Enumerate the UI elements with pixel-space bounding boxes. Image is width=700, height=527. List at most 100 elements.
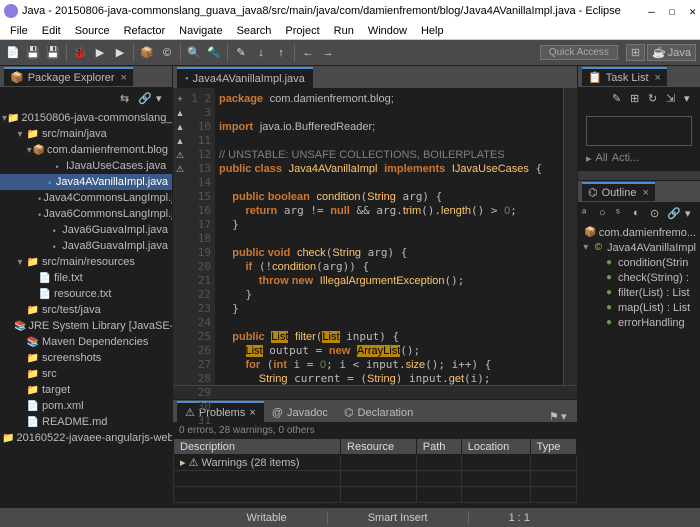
tree-item[interactable]: 📁screenshots — [0, 350, 172, 366]
tree-item[interactable]: 📚Maven Dependencies — [0, 334, 172, 350]
outline-item[interactable]: ●map(List) : List — [578, 300, 700, 315]
maximize-button[interactable]: ☐ — [669, 5, 676, 18]
hide-nonpublic-icon[interactable]: ◐ — [633, 207, 644, 219]
hide-local-icon[interactable]: ⊙ — [650, 207, 661, 219]
menu-run[interactable]: Run — [328, 24, 360, 38]
forward-icon[interactable]: → — [319, 44, 337, 62]
tree-item[interactable]: 📁target — [0, 382, 172, 398]
tab-javadoc[interactable]: @Javadoc — [264, 404, 336, 422]
outline-tree[interactable]: 📦com.damienfremo...▾©Java4AVanillaImpl●c… — [578, 223, 700, 506]
tree-item[interactable]: 📁src/test/java — [0, 302, 172, 318]
tab-problems[interactable]: ⚠Problems× — [177, 401, 264, 422]
problems-table[interactable]: DescriptionResourcePathLocationType ▸ ⚠ … — [173, 438, 577, 507]
view-menu-icon[interactable]: ▾ — [685, 207, 696, 219]
close-icon[interactable]: × — [642, 187, 648, 199]
run-icon[interactable]: ▶ — [91, 44, 109, 62]
new-package-icon[interactable]: 📦 — [138, 44, 156, 62]
prev-annotation-icon[interactable]: ↑ — [272, 44, 290, 62]
link-editor-icon[interactable]: 🔗 — [138, 92, 150, 104]
task-list-tab[interactable]: 📋 Task List × — [582, 67, 667, 86]
vertical-scrollbar[interactable] — [563, 88, 577, 385]
tree-item[interactable]: 🞄Java4AVanillaImpl.java — [0, 174, 172, 190]
tree-item[interactable]: ▾📁src/main/resources — [0, 254, 172, 270]
menu-project[interactable]: Project — [279, 24, 325, 38]
view-menu-icon[interactable]: ▾ — [684, 92, 696, 104]
tree-item[interactable]: 🞄Java8GuavaImpl.java — [0, 238, 172, 254]
toggle-mark-icon[interactable]: ✎ — [232, 44, 250, 62]
outline-item[interactable]: 📦com.damienfremo... — [578, 225, 700, 240]
task-filter[interactable]: All — [596, 152, 608, 165]
hide-static-icon[interactable]: ˢ — [616, 207, 627, 219]
java-perspective-button[interactable]: ☕ Java — [647, 44, 696, 61]
open-perspective-button[interactable]: ⊞ — [626, 44, 645, 61]
menu-help[interactable]: Help — [415, 24, 450, 38]
quick-access[interactable]: Quick Access — [540, 45, 618, 60]
tree-item[interactable]: 📄resource.txt — [0, 286, 172, 302]
outline-item[interactable]: ▾©Java4AVanillaImpl — [578, 240, 700, 255]
tree-item[interactable]: 📁src — [0, 366, 172, 382]
close-button[interactable]: ✕ — [689, 5, 696, 18]
sync-icon[interactable]: ↻ — [648, 92, 660, 104]
collapse-icon[interactable]: ⇲ — [666, 92, 678, 104]
close-icon[interactable]: × — [121, 72, 127, 84]
hide-fields-icon[interactable]: ○ — [599, 207, 610, 219]
outline-item[interactable]: ●condition(Strin — [578, 255, 700, 270]
tree-item[interactable]: 🞄Java6CommonsLangImpl.java — [0, 206, 172, 222]
tree-item[interactable]: 🞄IJavaUseCases.java — [0, 158, 172, 174]
menu-edit[interactable]: Edit — [36, 24, 67, 38]
close-icon[interactable]: × — [655, 72, 661, 84]
horizontal-scrollbar[interactable] — [173, 385, 577, 399]
column-header[interactable]: Resource — [341, 439, 417, 455]
menu-window[interactable]: Window — [362, 24, 413, 38]
menu-navigate[interactable]: Navigate — [173, 24, 228, 38]
tree-item[interactable]: 🞄Java6GuavaImpl.java — [0, 222, 172, 238]
outline-item[interactable]: ●check(String) : — [578, 270, 700, 285]
tree-item[interactable]: ▾📁src/main/java — [0, 126, 172, 142]
filter-icon[interactable]: ⚑ — [549, 410, 561, 422]
tree-item[interactable]: 📁20160522-javaee-angularjs-webpack... — [0, 430, 172, 446]
menu-search[interactable]: Search — [231, 24, 278, 38]
close-icon[interactable]: × — [249, 407, 255, 419]
task-working-set[interactable] — [586, 116, 692, 146]
column-header[interactable]: Location — [461, 439, 530, 455]
column-header[interactable]: Type — [530, 439, 576, 455]
next-annotation-icon[interactable]: ↓ — [252, 44, 270, 62]
tree-item[interactable]: 📄README.md — [0, 414, 172, 430]
tree-item[interactable]: 📄pom.xml — [0, 398, 172, 414]
package-explorer-tree[interactable]: ▾📁20150806-java-commonslang_guava_...▾📁s… — [0, 108, 172, 507]
sort-icon[interactable]: ᵃ — [582, 207, 593, 219]
outline-item[interactable]: ●errorHandling — [578, 315, 700, 330]
table-row[interactable]: ▸ ⚠ Warnings (28 items) — [174, 455, 577, 471]
collapse-all-icon[interactable]: ⇆ — [120, 92, 132, 104]
save-icon[interactable]: 💾 — [24, 44, 42, 62]
save-all-icon[interactable]: 💾 — [44, 44, 62, 62]
tab-declaration[interactable]: ⌬Declaration — [336, 403, 421, 422]
tree-item[interactable]: 📚JRE System Library [JavaSE-1.8] — [0, 318, 172, 334]
task-filter[interactable]: ▸ — [586, 152, 592, 165]
debug-icon[interactable]: 🐞 — [71, 44, 89, 62]
link-icon[interactable]: 🔗 — [667, 207, 679, 219]
back-icon[interactable]: ← — [299, 44, 317, 62]
new-task-icon[interactable]: ✎ — [612, 92, 624, 104]
tree-item[interactable]: 🞄Java4CommonsLangImpl.java — [0, 190, 172, 206]
package-explorer-tab[interactable]: 📦 Package Explorer × — [4, 67, 133, 86]
view-menu-icon[interactable]: ▾ — [156, 92, 168, 104]
outline-tab[interactable]: ⌬ Outline × — [582, 182, 655, 201]
new-icon[interactable]: 📄 — [4, 44, 22, 62]
column-header[interactable]: Path — [416, 439, 461, 455]
menu-refactor[interactable]: Refactor — [118, 24, 172, 38]
minimize-button[interactable]: — — [648, 5, 655, 18]
tree-item[interactable]: ▾📦com.damienfremont.blog — [0, 142, 172, 158]
tree-item[interactable]: 📄file.txt — [0, 270, 172, 286]
code-editor[interactable]: + ▲ ▲ ▲ ⚠ ⚠ 1 2 3 10 11 12 13 14 15 16 1… — [173, 88, 577, 385]
run-ext-icon[interactable]: ▶ — [111, 44, 129, 62]
new-class-icon[interactable]: © — [158, 44, 176, 62]
task-filter[interactable]: Acti... — [612, 152, 640, 165]
menu-source[interactable]: Source — [69, 24, 116, 38]
outline-item[interactable]: ●filter(List) : List — [578, 285, 700, 300]
column-header[interactable]: Description — [174, 439, 341, 455]
open-type-icon[interactable]: 🔍 — [185, 44, 203, 62]
categorize-icon[interactable]: ⊞ — [630, 92, 642, 104]
view-menu-icon[interactable]: ▾ — [561, 410, 573, 422]
editor-tab[interactable]: 🞄 Java4AVanillaImpl.java — [177, 67, 313, 88]
